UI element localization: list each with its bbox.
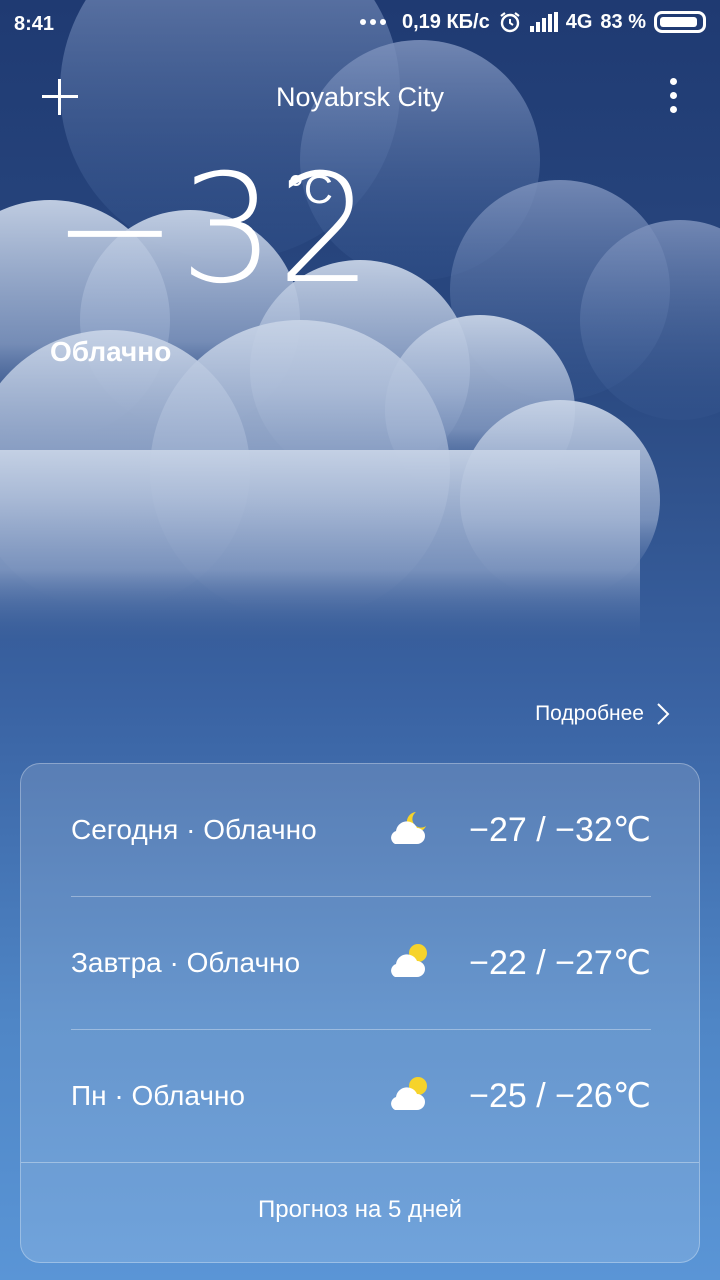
current-condition: Облачно [50,336,172,367]
forecast-label: Пн · Облачно [71,1080,245,1111]
forecast-temps: −22 / −27℃ [469,944,651,982]
battery-percent: 83 % [600,10,646,33]
details-label: Подробнее [535,702,644,725]
forecast-label: Сегодня · Облачно [71,814,317,845]
forecast-row-monday[interactable]: Пн · Облачно −25 / −26℃ [71,1030,651,1162]
forecast-row-tomorrow[interactable]: Завтра · Облачно −22 / −27℃ [71,897,651,1029]
cloud-moon-icon [391,812,426,844]
network-type: 4G [565,10,593,33]
cloud-sun-icon [391,1077,427,1110]
city-name[interactable]: Noyabrsk City [0,82,720,113]
status-right: 0,19 КБ/с 4G 83 % [359,10,706,34]
battery-icon [654,11,706,33]
forecast-label: Завтра · Облачно [71,947,301,978]
network-speed: 0,19 КБ/с [401,10,490,33]
forecast-temps: −27 / −32℃ [469,811,651,849]
status-bar: 8:41 0,19 КБ/с 4G 83 % [0,0,720,52]
forecast-card: Сегодня · Облачно −27 / −32℃ Завтра · Об… [20,763,700,1263]
details-link[interactable]: Подробнее [535,702,670,726]
forecast-temps: −25 / −26℃ [469,1077,651,1115]
card-divider [21,1162,699,1163]
more-vert-icon[interactable] [668,78,678,118]
forecast-row-today[interactable]: Сегодня · Облачно −27 / −32℃ [71,764,651,896]
five-day-forecast-button[interactable]: Прогноз на 5 дней [21,1196,699,1224]
signal-icon [529,12,558,32]
top-bar: Noyabrsk City [0,60,720,136]
more-dots-icon [359,19,386,25]
cloud-sun-icon [391,944,427,977]
chevron-right-icon [657,703,670,725]
temperature-unit: °C [288,168,333,212]
alarm-icon [500,12,520,33]
status-time: 8:41 [14,13,55,35]
